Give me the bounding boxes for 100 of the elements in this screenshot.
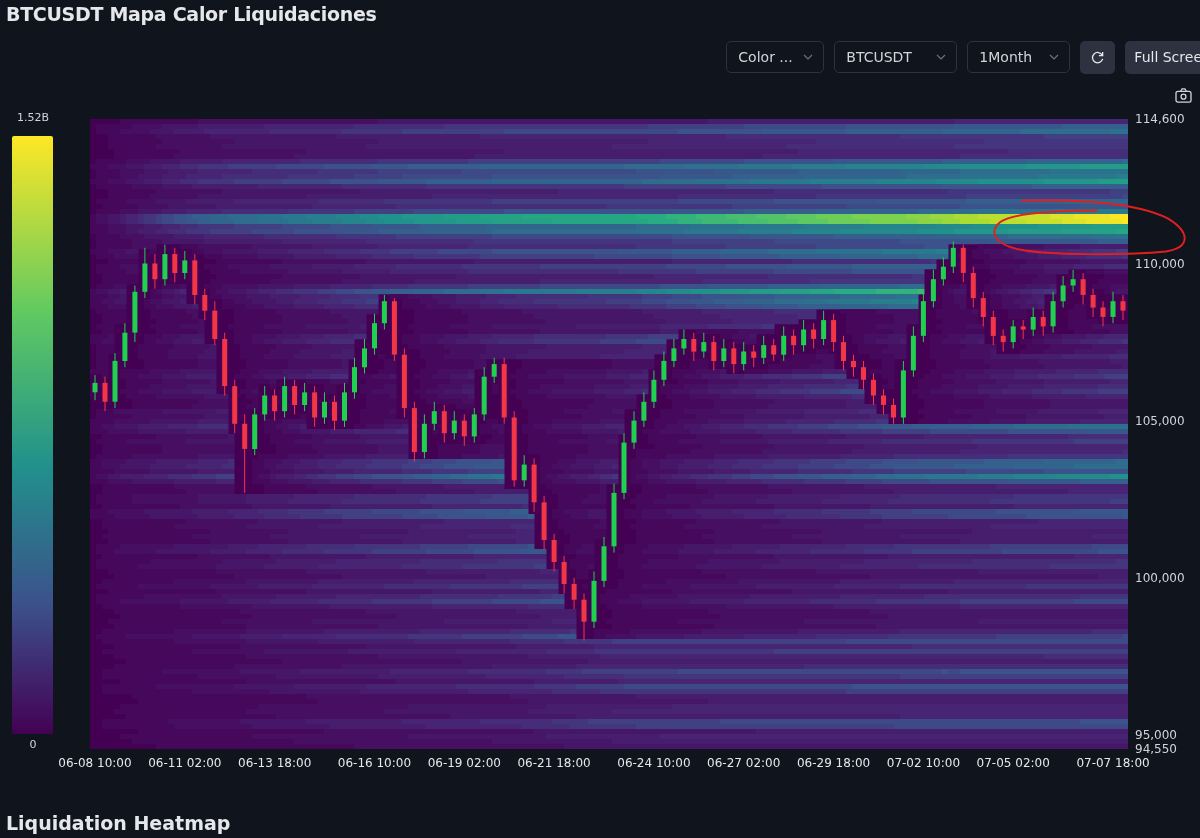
candlestick bbox=[132, 285, 138, 343]
candlestick bbox=[671, 338, 677, 368]
refresh-icon bbox=[1090, 49, 1106, 65]
candlestick bbox=[1100, 300, 1106, 327]
candlestick bbox=[900, 360, 906, 425]
candlestick bbox=[202, 288, 208, 321]
dropdown-select[interactable]: 1Month bbox=[967, 41, 1071, 73]
candlestick bbox=[651, 369, 657, 409]
candlestick bbox=[940, 256, 946, 286]
candlestick bbox=[621, 432, 627, 500]
candlestick bbox=[1050, 291, 1056, 334]
candlestick bbox=[142, 247, 148, 299]
candlestick bbox=[1040, 310, 1046, 337]
y-axis-label: 105,000 bbox=[1135, 413, 1185, 428]
dropdown-select[interactable]: BTCUSDT bbox=[834, 41, 958, 73]
candlestick bbox=[990, 310, 996, 346]
y-axis-label: 95,000 bbox=[1135, 727, 1177, 742]
candlestick bbox=[681, 329, 687, 356]
candlestick bbox=[441, 404, 447, 444]
candlestick bbox=[531, 457, 537, 513]
candlestick bbox=[112, 352, 118, 409]
candlestick bbox=[212, 300, 218, 346]
y-axis-label: 110,000 bbox=[1135, 256, 1185, 271]
page-title: BTCUSDT Mapa Calor Liquidaciones bbox=[5, 2, 378, 27]
candlestick bbox=[222, 332, 228, 396]
candlestick bbox=[771, 338, 777, 362]
candlestick bbox=[1090, 288, 1096, 318]
x-axis-label: 06-19 02:00 bbox=[427, 756, 501, 770]
candlestick bbox=[1060, 275, 1066, 308]
legend-max-label: 1.52B bbox=[15, 111, 50, 126]
candlestick bbox=[481, 366, 487, 422]
candlestick bbox=[761, 335, 767, 365]
candlestick bbox=[781, 325, 787, 362]
candlestick bbox=[192, 253, 198, 305]
candlestick bbox=[292, 379, 298, 415]
candlestick bbox=[751, 344, 757, 368]
y-axis-label: 114,600 bbox=[1135, 112, 1185, 126]
candlestick bbox=[871, 373, 876, 406]
x-axis-label: 07-05 02:00 bbox=[976, 756, 1050, 770]
candlestick bbox=[1110, 291, 1116, 324]
candlestick bbox=[611, 483, 617, 554]
candlestick bbox=[372, 313, 377, 356]
y-axis-label: 100,000 bbox=[1135, 570, 1185, 585]
dropdown-select[interactable]: Color ... bbox=[726, 41, 825, 73]
caret-icon bbox=[803, 54, 814, 60]
candlestick bbox=[102, 376, 108, 412]
candlestick bbox=[711, 335, 717, 371]
candlestick bbox=[691, 332, 697, 362]
candlestick bbox=[731, 341, 737, 374]
candlestick bbox=[391, 297, 397, 362]
refresh-button[interactable] bbox=[1080, 40, 1116, 74]
caret-icon bbox=[936, 54, 947, 60]
candlestick bbox=[631, 410, 637, 450]
candlestick bbox=[1030, 307, 1036, 337]
candlestick bbox=[322, 391, 327, 425]
candlestick bbox=[801, 319, 807, 352]
candlestick bbox=[831, 313, 837, 352]
candlestick bbox=[851, 354, 856, 378]
x-axis-label: 07-02 10:00 bbox=[886, 756, 960, 770]
candlestick bbox=[232, 379, 238, 434]
candlestick bbox=[282, 376, 288, 418]
candlestick bbox=[551, 533, 557, 572]
candlestick bbox=[571, 577, 577, 610]
legend-min-label: 0 bbox=[28, 738, 38, 753]
x-axis-label: 07-07 18:00 bbox=[1076, 756, 1150, 770]
candlestick bbox=[332, 395, 337, 431]
x-axis-label: 06-27 02:00 bbox=[707, 756, 781, 770]
candlestick bbox=[881, 388, 886, 415]
candlestick bbox=[312, 385, 318, 428]
candlestick bbox=[411, 401, 417, 462]
candlestick bbox=[252, 407, 258, 456]
candlestick bbox=[861, 360, 866, 390]
candlestick bbox=[1070, 269, 1076, 293]
candlestick bbox=[791, 329, 797, 356]
candlestick bbox=[92, 374, 98, 401]
x-axis-label: 06-16 10:00 bbox=[337, 756, 412, 770]
candlestick bbox=[362, 338, 367, 374]
y-axis-label: 94,550 bbox=[1135, 742, 1177, 756]
candlestick bbox=[272, 388, 278, 422]
x-axis-label: 06-29 18:00 bbox=[796, 756, 871, 770]
candlestick bbox=[431, 401, 437, 431]
candlestick bbox=[451, 410, 457, 440]
candlestick bbox=[162, 244, 168, 286]
candlestick bbox=[930, 269, 936, 308]
camera-icon[interactable] bbox=[1175, 88, 1192, 103]
candlestick bbox=[172, 247, 178, 283]
candlestick bbox=[950, 241, 956, 274]
candlestick bbox=[342, 382, 347, 428]
candlestick bbox=[1120, 294, 1126, 321]
candlestick bbox=[262, 385, 268, 422]
candlestick bbox=[381, 294, 387, 330]
candlestick bbox=[541, 495, 547, 550]
x-axis-label: 06-13 18:00 bbox=[238, 756, 312, 770]
candlestick bbox=[471, 407, 477, 444]
candlestick bbox=[352, 357, 357, 400]
candlestick bbox=[721, 338, 727, 368]
candlestick bbox=[821, 310, 827, 346]
candlestick bbox=[960, 244, 966, 283]
candlestick bbox=[581, 593, 587, 642]
candlestick bbox=[811, 322, 817, 349]
